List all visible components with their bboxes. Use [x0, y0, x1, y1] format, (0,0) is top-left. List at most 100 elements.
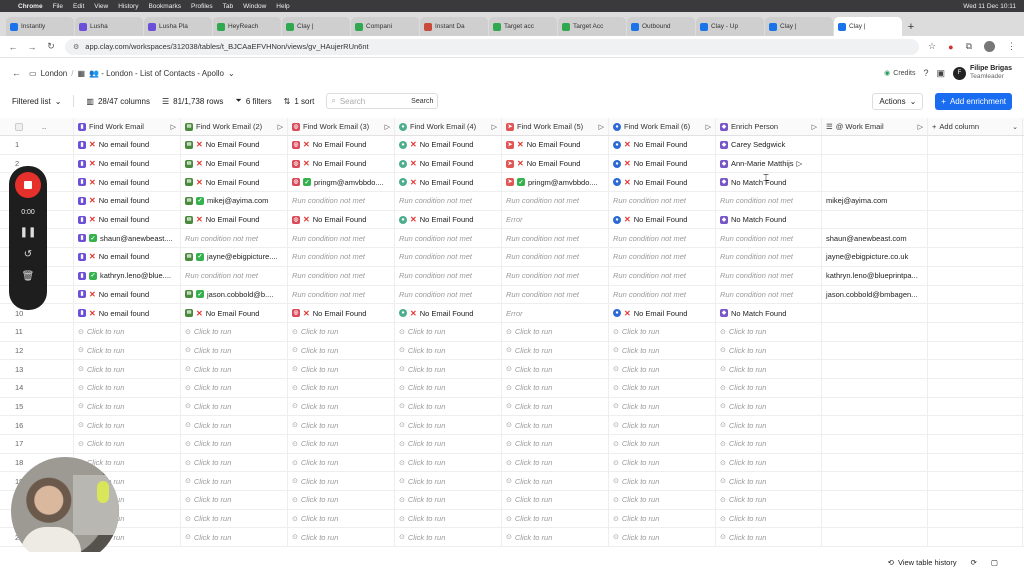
breadcrumb-table[interactable]: 👥 - London - List of Contacts - Apollo: [89, 69, 224, 78]
table-cell[interactable]: Run condition not met: [181, 229, 288, 248]
credits-indicator[interactable]: ◉ Credits: [884, 69, 915, 78]
click-to-run-cell[interactable]: ⊙Click to run: [395, 341, 502, 360]
stop-recording-button[interactable]: [15, 172, 41, 198]
table-cell[interactable]: ✉ ✕ No Email Found: [181, 210, 288, 229]
row-drag-handle[interactable]: [38, 136, 74, 154]
row-drag-handle[interactable]: [38, 322, 74, 341]
table-cell[interactable]: Run condition not met: [609, 285, 716, 304]
click-to-run-cell[interactable]: ⊙Click to run: [181, 322, 288, 341]
expand-icon[interactable]: ▢: [991, 558, 998, 567]
browser-tab[interactable]: Clay |: [282, 17, 350, 36]
click-to-run-cell[interactable]: ⊙Click to run: [502, 472, 609, 491]
click-to-run-cell[interactable]: ⊙Click to run: [716, 435, 822, 453]
row-drag-handle[interactable]: [38, 341, 74, 360]
add-enrichment-button[interactable]: + Add enrichment: [935, 92, 1012, 110]
click-to-run-cell[interactable]: ⊙Click to run: [502, 528, 609, 547]
run-column-icon[interactable]: ▷: [706, 123, 711, 131]
click-to-run-cell[interactable]: ⊙Click to run: [395, 322, 502, 341]
column-header[interactable]: ➤ Find Work Email (5) ▷: [502, 118, 609, 135]
table-cell[interactable]: ● ✕ No Email Found: [609, 173, 716, 192]
click-to-run-cell[interactable]: ⊙Click to run: [181, 472, 288, 491]
click-to-run-cell[interactable]: ⊙Click to run: [288, 453, 395, 472]
table-cell[interactable]: Run condition not met: [288, 229, 395, 248]
click-to-run-cell[interactable]: ⊙Click to run: [288, 360, 395, 378]
click-to-run-cell[interactable]: ⊙Click to run: [181, 435, 288, 453]
run-column-icon[interactable]: ▷: [812, 123, 817, 131]
click-to-run-cell[interactable]: ⊙Click to run: [609, 378, 716, 397]
row-drag-handle[interactable]: [38, 378, 74, 397]
click-to-run-cell[interactable]: ⊙Click to run: [74, 360, 181, 378]
browser-menu-icon[interactable]: ⋮: [1007, 41, 1016, 52]
click-to-run-cell[interactable]: ⊙Click to run: [502, 435, 609, 453]
table-cell[interactable]: Run condition not met: [288, 285, 395, 304]
row-number[interactable]: 16: [0, 416, 38, 434]
click-to-run-cell[interactable]: ⊙Click to run: [716, 378, 822, 397]
table-cell[interactable]: Run condition not met: [502, 285, 609, 304]
table-cell[interactable]: ▮ ✕ No email found: [74, 154, 181, 173]
click-to-run-cell[interactable]: ⊙Click to run: [288, 435, 395, 453]
table-cell[interactable]: ● ✕ No Email Found: [395, 210, 502, 229]
column-header[interactable]: ◎ Find Work Email (3) ▷: [288, 118, 395, 135]
table-cell[interactable]: ✉ ✓ jason.cobbold@b....: [181, 285, 288, 304]
column-header[interactable]: ✉ Find Work Email (2) ▷: [181, 118, 288, 135]
table-cell[interactable]: ▮ ✕ No email found: [74, 136, 181, 154]
table-cell[interactable]: Run condition not met: [609, 248, 716, 266]
table-cell[interactable]: ▮ ✕ No email found: [74, 248, 181, 266]
table-cell[interactable]: ● ✕ No Email Found: [609, 136, 716, 154]
table-cell[interactable]: ● ✕ No Email Found: [609, 154, 716, 173]
run-column-icon[interactable]: ▷: [918, 123, 923, 131]
browser-tab[interactable]: Outbound: [627, 17, 695, 36]
click-to-run-cell[interactable]: ⊙Click to run: [609, 509, 716, 528]
browser-tab[interactable]: Target acc: [489, 17, 557, 36]
table-cell[interactable]: ◆ No Match Found: [716, 173, 822, 192]
table-cell[interactable]: shaun@anewbeast.com: [822, 229, 928, 248]
run-column-icon[interactable]: ▷: [599, 123, 604, 131]
browser-tab[interactable]: Clay - Up: [696, 17, 764, 36]
table-cell[interactable]: ● ✕ No Email Found: [395, 173, 502, 192]
click-to-run-cell[interactable]: ⊙Click to run: [502, 397, 609, 416]
row-number[interactable]: 12: [0, 342, 38, 360]
click-to-run-cell[interactable]: ⊙Click to run: [74, 322, 181, 341]
table-cell[interactable]: ✉ ✕ No Email Found: [181, 136, 288, 154]
table-cell[interactable]: ▮ ✕ No email found: [74, 210, 181, 229]
view-selector[interactable]: Filtered list ⌄: [12, 97, 61, 106]
click-to-run-cell[interactable]: ⊙Click to run: [502, 416, 609, 434]
extension-icon[interactable]: ●: [948, 42, 953, 52]
rows-button[interactable]: ☰ 81/1,738 rows: [162, 97, 223, 106]
click-to-run-cell[interactable]: ⊙Click to run: [395, 491, 502, 509]
table-cell[interactable]: ▮ ✕ No email found: [74, 192, 181, 210]
table-cell[interactable]: Run condition not met: [288, 248, 395, 266]
column-header[interactable]: ● Find Work Email (6) ▷: [609, 118, 716, 135]
click-to-run-cell[interactable]: ⊙Click to run: [74, 416, 181, 434]
click-to-run-cell[interactable]: ⊙Click to run: [716, 322, 822, 341]
row-number[interactable]: 17: [0, 435, 38, 453]
click-to-run-cell[interactable]: ⊙Click to run: [609, 397, 716, 416]
table-cell[interactable]: Run condition not met: [288, 266, 395, 285]
table-cell[interactable]: [822, 136, 928, 154]
table-cell[interactable]: Run condition not met: [502, 192, 609, 210]
browser-tab[interactable]: Lusha Pla: [144, 17, 212, 36]
row-drag-handle[interactable]: [38, 435, 74, 453]
table-cell[interactable]: Error: [502, 210, 609, 229]
table-cell[interactable]: ◎ ✕ No Email Found: [288, 210, 395, 229]
table-cell[interactable]: Run condition not met: [395, 266, 502, 285]
run-column-icon[interactable]: ▷: [385, 123, 390, 131]
row-number[interactable]: 14: [0, 379, 38, 397]
column-header[interactable]: ● Find Work Email (4) ▷: [395, 118, 502, 135]
actions-button[interactable]: Actions ⌄: [872, 92, 924, 110]
click-to-run-cell[interactable]: ⊙Click to run: [716, 397, 822, 416]
table-cell[interactable]: ◎ ✕ No Email Found: [288, 136, 395, 154]
column-header[interactable]: ▮ Find Work Email ▷: [74, 118, 181, 135]
table-cell[interactable]: ◆ Ann-Marie Matthijs ▷: [716, 154, 822, 173]
run-column-icon[interactable]: ▷: [492, 123, 497, 131]
column-header[interactable]: ☰ @ Work Email ▷: [822, 118, 928, 135]
trash-icon[interactable]: 🗑: [22, 271, 35, 282]
table-cell[interactable]: Run condition not met: [716, 229, 822, 248]
table-cell[interactable]: ▮ ✓ kathryn.leno@blue....: [74, 266, 181, 285]
table-cell[interactable]: Run condition not met: [181, 266, 288, 285]
click-to-run-cell[interactable]: ⊙Click to run: [288, 322, 395, 341]
table-cell[interactable]: Run condition not met: [502, 248, 609, 266]
run-cell-icon[interactable]: ▷: [797, 159, 803, 168]
webcam-bubble[interactable]: [11, 457, 119, 565]
click-to-run-cell[interactable]: ⊙Click to run: [288, 491, 395, 509]
